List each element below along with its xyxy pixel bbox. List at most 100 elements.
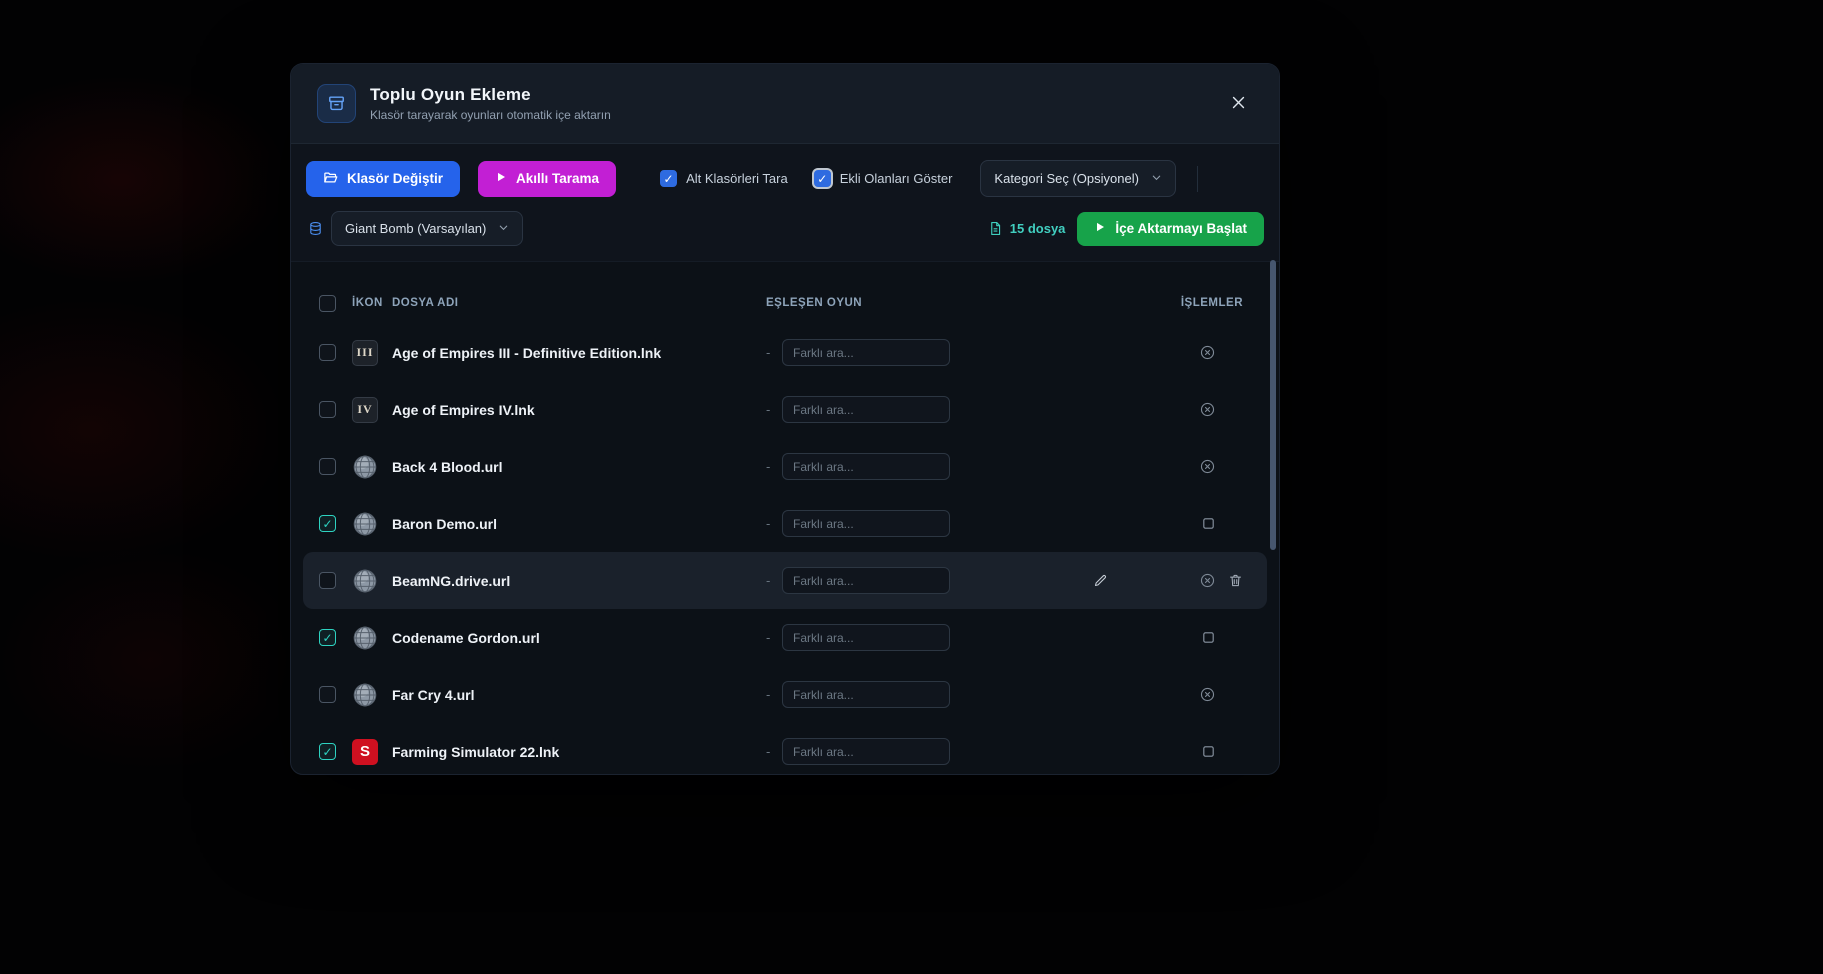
scrollbar-thumb[interactable] (1270, 260, 1276, 550)
row-checkbox[interactable] (319, 515, 336, 532)
file-name: Baron Demo.url (392, 515, 498, 532)
file-name: Farming Simulator 22.lnk (392, 743, 560, 760)
file-count: 15 dosya (1009, 221, 1066, 236)
row-actions (1093, 630, 1243, 645)
search-different-input[interactable] (782, 567, 950, 594)
search-field-wrap (782, 453, 950, 480)
change-folder-label: Klasör Değiştir (347, 171, 444, 186)
remove-match-icon[interactable] (1199, 686, 1216, 703)
row-checkbox[interactable] (319, 572, 336, 589)
source-select-value: Giant Bomb (Varsayılan) (345, 221, 487, 236)
matched-game-value: - (766, 516, 771, 531)
game-icon-text: IV (357, 402, 373, 416)
game-icon-text: S (359, 743, 370, 760)
row-checkbox[interactable] (319, 401, 336, 418)
matched-game-value: - (766, 687, 771, 702)
search-different-input[interactable] (782, 510, 950, 537)
smart-scan-label: Akıllı Tarama (516, 171, 600, 186)
matched-game-value: - (766, 402, 771, 417)
table-row[interactable]: III Age of Empires III - Definitive Edit… (303, 324, 1267, 381)
remove-match-icon[interactable] (1199, 344, 1216, 361)
file-name: Age of Empires IV.lnk (392, 401, 535, 418)
globe-icon (353, 569, 377, 592)
subfolders-checkbox[interactable] (660, 170, 678, 187)
row-actions (1093, 686, 1243, 703)
row-checkbox[interactable] (319, 743, 336, 760)
header-icon-col: İKON (352, 297, 383, 309)
file-table: İKON DOSYA ADI EŞLEŞEN OYUN İŞLEMLER III… (291, 262, 1279, 774)
row-checkbox[interactable] (319, 629, 336, 646)
dialog-title: Toplu Oyun Ekleme (370, 85, 531, 104)
show-added-checkbox[interactable] (813, 170, 831, 187)
subfolders-option[interactable]: Alt Klasörleri Tara (660, 170, 788, 187)
row-actions (1093, 572, 1243, 589)
search-field-wrap (782, 624, 950, 651)
bulk-game-add-dialog: Toplu Oyun Ekleme Klasör tarayarak oyunl… (290, 63, 1280, 775)
category-select-value: Kategori Seç (Opsiyonel) (994, 171, 1139, 186)
remove-match-icon[interactable] (1199, 401, 1216, 418)
folder-icon (323, 170, 338, 188)
file-list: III Age of Empires III - Definitive Edit… (291, 324, 1279, 774)
remove-match-icon[interactable] (1199, 458, 1216, 475)
remove-match-icon[interactable] (1199, 572, 1216, 589)
search-field-wrap (782, 681, 950, 708)
search-field-wrap (782, 510, 950, 537)
database-icon (308, 221, 323, 236)
select-square-icon[interactable] (1201, 630, 1216, 645)
smart-scan-button[interactable]: Akıllı Tarama (478, 160, 617, 197)
file-name: Back 4 Blood.url (392, 458, 503, 475)
search-different-input[interactable] (782, 339, 950, 366)
select-square-icon[interactable] (1201, 516, 1216, 531)
game-icon (352, 511, 378, 537)
game-icon (352, 568, 378, 594)
table-row[interactable]: S Farming Simulator 22.lnk - (303, 723, 1267, 774)
search-different-input[interactable] (782, 624, 950, 651)
file-name: Far Cry 4.url (392, 686, 475, 703)
table-row[interactable]: IV Age of Empires IV.lnk - (303, 381, 1267, 438)
search-field-wrap (782, 738, 950, 765)
table-row[interactable]: Baron Demo.url - (303, 495, 1267, 552)
globe-icon (353, 626, 377, 649)
table-row[interactable]: Far Cry 4.url - (303, 666, 1267, 723)
change-folder-button[interactable]: Klasör Değiştir (306, 160, 461, 197)
game-icon: III (352, 339, 378, 366)
table-row[interactable]: Codename Gordon.url - (303, 609, 1267, 666)
row-checkbox[interactable] (319, 458, 336, 475)
chevron-down-icon (498, 221, 509, 236)
table-header: İKON DOSYA ADI EŞLEŞEN OYUN İŞLEMLER (291, 282, 1279, 324)
close-button[interactable] (1224, 88, 1253, 120)
search-different-input[interactable] (782, 681, 950, 708)
header-filename-col: DOSYA ADI (392, 297, 459, 309)
search-different-input[interactable] (782, 396, 950, 423)
header-matched-col: EŞLEŞEN OYUN (766, 297, 863, 309)
header-actions-col: İŞLEMLER (1180, 297, 1243, 309)
row-actions (1093, 516, 1243, 531)
toolbar: Klasör Değiştir Akıllı Tarama Alt Klasör… (291, 144, 1279, 262)
edit-icon[interactable] (1093, 573, 1108, 588)
row-checkbox[interactable] (319, 344, 336, 361)
category-select[interactable]: Kategori Seç (Opsiyonel) (980, 160, 1176, 197)
row-actions (1093, 344, 1243, 361)
screen: Toplu Oyun Ekleme Klasör tarayarak oyunl… (0, 0, 1823, 974)
table-row[interactable]: Back 4 Blood.url - (303, 438, 1267, 495)
source-select[interactable]: Giant Bomb (Varsayılan) (331, 211, 524, 246)
select-all-checkbox[interactable] (319, 294, 336, 312)
file-name: Age of Empires III - Definitive Edition.… (392, 344, 662, 361)
play-icon (495, 171, 507, 186)
globe-icon (353, 455, 377, 478)
select-square-icon[interactable] (1201, 744, 1216, 759)
search-different-input[interactable] (782, 738, 950, 765)
start-import-button[interactable]: İçe Aktarmayı Başlat (1077, 211, 1264, 246)
trash-icon[interactable] (1228, 573, 1243, 588)
show-added-option[interactable]: Ekli Olanları Göster (813, 170, 952, 187)
matched-game-value: - (766, 345, 771, 360)
search-different-input[interactable] (782, 453, 950, 480)
row-checkbox[interactable] (319, 686, 336, 703)
dialog-header: Toplu Oyun Ekleme Klasör tarayarak oyunl… (291, 64, 1279, 144)
row-actions (1093, 458, 1243, 475)
dialog-header-text: Toplu Oyun Ekleme Klasör tarayarak oyunl… (370, 85, 611, 122)
file-name: BeamNG.drive.url (392, 572, 511, 589)
close-icon (1230, 94, 1247, 114)
start-import-label: İçe Aktarmayı Başlat (1115, 221, 1247, 236)
table-row[interactable]: BeamNG.drive.url - (303, 552, 1267, 609)
